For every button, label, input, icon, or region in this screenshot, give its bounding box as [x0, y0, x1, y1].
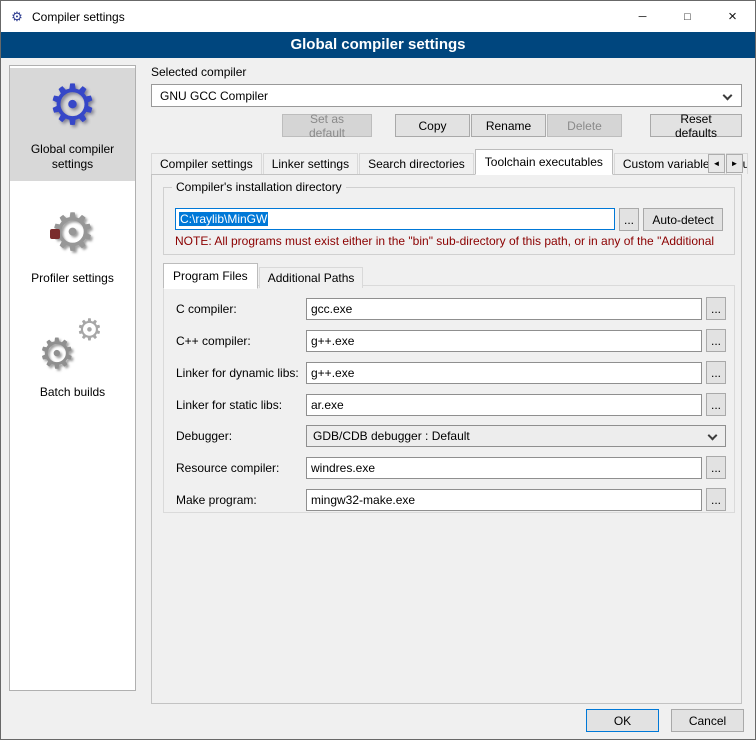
program-files-page: C compiler: ... C++ compiler: ... Linker… [163, 285, 735, 513]
debugger-value: GDB/CDB debugger : Default [313, 429, 470, 443]
linker-static-input[interactable] [306, 394, 702, 416]
tab-scroll-right-icon: ► [731, 159, 739, 168]
selected-compiler-label: Selected compiler [151, 65, 749, 79]
global-compiler-settings-gear-icon: ⚙ [47, 73, 97, 136]
settings-tab-strip: Compiler settings Linker settings Search… [151, 149, 749, 174]
field-row-cpp-compiler: C++ compiler: ... [176, 329, 726, 352]
tab-scroll-right-button[interactable]: ► [726, 154, 743, 173]
tab-scroll-buttons: ◄ ► [707, 154, 743, 173]
field-label: Debugger: [176, 429, 306, 443]
copy-button[interactable]: Copy [395, 114, 470, 137]
installation-directory-row: C:\raylib\MinGW ... Auto-detect [175, 208, 727, 231]
chevron-down-icon [708, 431, 718, 441]
sidebar-item-label: Global compiler settings [12, 142, 133, 172]
sidebar-item-label: Profiler settings [12, 271, 133, 286]
main-panel: Selected compiler GNU GCC Compiler Set a… [151, 65, 749, 704]
field-row-make-program: Make program: ... [176, 488, 726, 511]
field-row-c-compiler: C compiler: ... [176, 297, 726, 320]
auto-detect-button[interactable]: Auto-detect [643, 208, 723, 231]
sidebar-item-profiler-settings[interactable]: ⚙ Profiler settings [10, 197, 135, 295]
minimize-icon: ─ [639, 11, 647, 23]
cancel-button[interactable]: Cancel [671, 709, 744, 732]
tab-scroll-left-icon: ◄ [713, 159, 721, 168]
field-label: Make program: [176, 493, 306, 507]
tab-search-directories[interactable]: Search directories [359, 153, 474, 174]
batch-builds-gear-icon: ⚙ [38, 329, 76, 378]
make-program-browse-button[interactable]: ... [706, 488, 726, 511]
toolchain-executables-page: Compiler's installation directory C:\ray… [151, 174, 742, 704]
c-compiler-browse-button[interactable]: ... [706, 297, 726, 320]
window-controls: ─ □ × [620, 1, 755, 32]
tab-toolchain-executables[interactable]: Toolchain executables [475, 149, 613, 175]
tab-compiler-settings[interactable]: Compiler settings [151, 153, 262, 174]
field-label: Linker for static libs: [176, 398, 306, 412]
linker-static-browse-button[interactable]: ... [706, 393, 726, 416]
app-icon: ⚙ [9, 9, 25, 25]
reset-defaults-button[interactable]: Reset defaults [650, 114, 742, 137]
field-label: C++ compiler: [176, 334, 306, 348]
cpp-compiler-browse-button[interactable]: ... [706, 329, 726, 352]
c-compiler-input[interactable] [306, 298, 702, 320]
subtab-program-files[interactable]: Program Files [163, 263, 258, 289]
sidebar-item-label: Batch builds [12, 385, 133, 400]
close-button[interactable]: × [710, 1, 755, 32]
selected-compiler-value: GNU GCC Compiler [160, 89, 268, 103]
dialog-banner: Global compiler settings [1, 32, 755, 58]
rename-button[interactable]: Rename [471, 114, 546, 137]
linker-dynamic-browse-button[interactable]: ... [706, 361, 726, 384]
make-program-input[interactable] [306, 489, 702, 511]
debugger-dropdown[interactable]: GDB/CDB debugger : Default [306, 425, 726, 447]
field-label: Linker for dynamic libs: [176, 366, 306, 380]
close-icon: × [728, 8, 737, 25]
field-row-linker-dynamic: Linker for dynamic libs: ... [176, 361, 726, 384]
field-row-resource-compiler: Resource compiler: ... [176, 456, 726, 479]
ok-button[interactable]: OK [586, 709, 659, 732]
installation-directory-browse-button[interactable]: ... [619, 208, 639, 231]
field-row-linker-static: Linker for static libs: ... [176, 393, 726, 416]
chevron-down-icon [723, 91, 733, 101]
title-bar: ⚙ Compiler settings ─ □ × [1, 1, 755, 32]
resource-compiler-browse-button[interactable]: ... [706, 456, 726, 479]
subtab-additional-paths[interactable]: Additional Paths [259, 267, 364, 288]
field-label: C compiler: [176, 302, 306, 316]
program-files-tab-strip: Program Files Additional Paths [163, 263, 364, 288]
compiler-settings-window: ⚙ Compiler settings ─ □ × Global compile… [0, 0, 756, 740]
cpp-compiler-input[interactable] [306, 330, 702, 352]
installation-directory-group-label: Compiler's installation directory [172, 180, 346, 194]
window-title: Compiler settings [32, 10, 125, 24]
installation-directory-selected-text: C:\raylib\MinGW [179, 212, 268, 226]
maximize-icon: □ [684, 11, 691, 23]
sidebar-item-batch-builds[interactable]: ⚙ ⚙ Batch builds [10, 311, 135, 409]
settings-category-sidebar: ⚙ Global compiler settings ⚙ Profiler se… [9, 65, 136, 691]
resource-compiler-input[interactable] [306, 457, 702, 479]
linker-dynamic-input[interactable] [306, 362, 702, 384]
profiler-accent-icon [50, 229, 60, 239]
sidebar-item-global-compiler-settings[interactable]: ⚙ Global compiler settings [10, 68, 135, 181]
installation-directory-groupbox: Compiler's installation directory C:\ray… [163, 187, 735, 255]
set-as-default-button: Set as default [282, 114, 372, 137]
delete-button: Delete [547, 114, 622, 137]
installation-directory-input[interactable]: C:\raylib\MinGW [175, 208, 615, 230]
installation-note: NOTE: All programs must exist either in … [175, 234, 729, 248]
batch-builds-small-gear-icon: ⚙ [76, 313, 103, 348]
tab-linker-settings[interactable]: Linker settings [263, 153, 358, 174]
field-label: Resource compiler: [176, 461, 306, 475]
tab-scroll-left-button[interactable]: ◄ [708, 154, 725, 173]
minimize-button[interactable]: ─ [620, 1, 665, 32]
field-row-debugger: Debugger: GDB/CDB debugger : Default [176, 425, 726, 447]
maximize-button[interactable]: □ [665, 1, 710, 32]
selected-compiler-dropdown[interactable]: GNU GCC Compiler [151, 84, 742, 107]
compiler-actions-row: Set as default Copy Rename Delete Reset … [151, 114, 742, 137]
